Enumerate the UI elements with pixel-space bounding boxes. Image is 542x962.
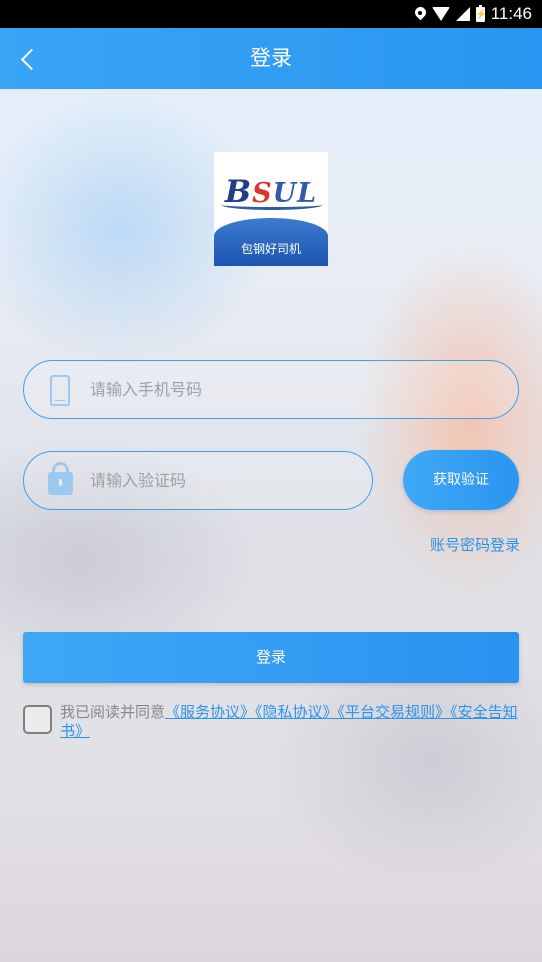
logo-caption: 包钢好司机	[240, 242, 301, 256]
lock-icon	[48, 462, 73, 495]
status-time: 11:46	[490, 4, 532, 23]
back-button[interactable]	[14, 42, 44, 76]
battery-icon	[475, 4, 485, 22]
phone-icon	[50, 375, 70, 406]
phone-field[interactable]	[23, 360, 519, 419]
status-bar: 11:46	[0, 0, 542, 28]
title-bar: 登录	[0, 28, 542, 89]
agreement-text: 我已阅读并同意《服务协议》《隐私协议》《平台交易规则》《安全告知书》	[60, 703, 522, 741]
location-icon	[415, 7, 426, 21]
privacy-agreement-link[interactable]: 《隐私协议》	[255, 703, 338, 721]
phone-input[interactable]	[90, 361, 490, 418]
agreement-prefix: 我已阅读并同意	[60, 703, 166, 721]
get-code-button[interactable]: 获取验证	[403, 450, 519, 510]
signal-icon	[455, 7, 470, 21]
login-button[interactable]: 登录	[23, 632, 519, 683]
trading-rules-link[interactable]: 《平台交易规则》	[338, 703, 451, 721]
logo-swoosh	[222, 200, 322, 210]
app-logo: BSUL 包钢好司机	[214, 152, 328, 266]
password-login-link[interactable]: 账号密码登录	[400, 534, 520, 555]
service-agreement-link[interactable]: 《服务协议》	[165, 703, 255, 721]
wifi-icon	[431, 7, 450, 21]
code-input[interactable]	[90, 452, 350, 509]
code-field[interactable]	[23, 451, 373, 510]
page-title: 登录	[250, 46, 292, 70]
agree-checkbox[interactable]	[23, 705, 52, 734]
